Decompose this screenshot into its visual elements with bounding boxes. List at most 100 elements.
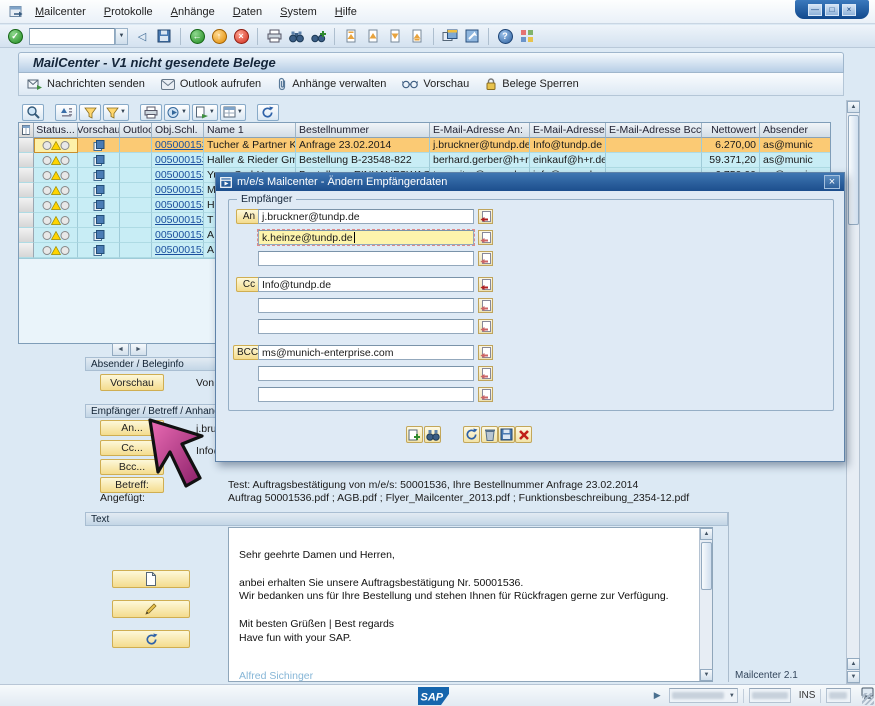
order-cell[interactable]: Anfrage 23.02.2014 — [296, 138, 430, 153]
address-lookup-icon[interactable] — [478, 251, 493, 266]
preview-cell[interactable] — [78, 183, 120, 198]
menu-hilfe[interactable]: Hilfe — [326, 3, 366, 21]
objkey-link[interactable]: 0050001536 — [155, 139, 204, 151]
address-lookup-icon[interactable] — [478, 230, 493, 245]
maximize-button[interactable]: □ — [825, 4, 839, 16]
objkey-link[interactable]: 0050001530 — [155, 229, 204, 241]
col-header-objkey[interactable]: Obj.Schl. — [152, 123, 204, 138]
status-cell[interactable] — [34, 243, 78, 258]
bcc-field-1[interactable]: ms@munich-enterprise.com — [258, 345, 474, 360]
objkey-link[interactable]: 0050001531 — [155, 214, 204, 226]
scroll-up-icon[interactable]: ▲ — [700, 528, 713, 540]
objkey-link[interactable]: 0050001532 — [155, 199, 204, 211]
textarea-scrollbar[interactable]: ▲ ▼ — [699, 528, 712, 681]
insert-row-button[interactable] — [406, 426, 423, 443]
outlook-cell[interactable] — [120, 138, 152, 153]
row-selector[interactable] — [19, 198, 34, 213]
status-cell[interactable] — [34, 168, 78, 183]
objkey-cell[interactable]: 0050001530 — [152, 228, 204, 243]
page-up-icon[interactable]: ▲ — [847, 658, 860, 670]
objkey-link[interactable]: 0050001535 — [155, 154, 204, 166]
dialog-titlebar[interactable]: m/e/s Mailcenter - Ändern Empfängerdaten… — [216, 173, 844, 191]
page-down-icon[interactable]: ▼ — [847, 671, 860, 683]
minimize-button[interactable]: — — [808, 4, 822, 16]
cc-field-2[interactable] — [258, 298, 474, 313]
text-section-header[interactable]: Text — [85, 512, 728, 526]
exit-button[interactable]: ↑ — [209, 26, 229, 46]
objkey-cell[interactable]: 0050001531 — [152, 213, 204, 228]
preview-cell[interactable] — [78, 213, 120, 228]
last-page-icon[interactable] — [407, 26, 427, 46]
sender-cell[interactable]: as@munic — [760, 153, 830, 168]
select-all-cell[interactable] — [19, 123, 34, 138]
preview-cell[interactable] — [78, 138, 120, 153]
email-bcc-cell[interactable] — [606, 138, 702, 153]
scroll-down-icon[interactable]: ▼ — [700, 669, 713, 681]
address-lookup-icon[interactable] — [478, 298, 493, 313]
objkey-link[interactable]: 0050001533 — [155, 184, 204, 196]
refresh-button[interactable] — [463, 426, 480, 443]
cc-field-1[interactable]: Info@tundp.de — [258, 277, 474, 292]
objkey-link[interactable]: 0050001529 — [155, 244, 204, 256]
objkey-cell[interactable]: 0050001529 — [152, 243, 204, 258]
row-selector[interactable] — [19, 243, 34, 258]
status-cell[interactable] — [34, 153, 78, 168]
open-outlook-button[interactable]: Outlook aufrufen — [161, 78, 261, 90]
details-button[interactable] — [22, 104, 44, 121]
status-cell[interactable] — [34, 198, 78, 213]
email-an-cell[interactable]: berhard.gerber@h+r.de — [430, 153, 530, 168]
help-icon[interactable]: ? — [495, 26, 515, 46]
row-selector[interactable] — [19, 213, 34, 228]
col-header-bestellnummer[interactable]: Bestellnummer — [296, 123, 430, 138]
new-session-icon[interactable] — [440, 26, 460, 46]
page-scrollbar-thumb[interactable] — [848, 115, 859, 225]
status-cell[interactable] — [34, 228, 78, 243]
outlook-cell[interactable] — [120, 198, 152, 213]
outlook-cell[interactable] — [120, 168, 152, 183]
page-scrollbar[interactable]: ▲ ▲ ▼ — [846, 100, 860, 684]
objkey-cell[interactable]: 0050001535 — [152, 153, 204, 168]
address-lookup-icon[interactable] — [478, 345, 493, 360]
find-icon[interactable] — [286, 26, 306, 46]
name-cell[interactable]: Haller & Rieder GmbH — [204, 153, 296, 168]
close-button[interactable]: × — [842, 4, 856, 16]
menu-daten[interactable]: Daten — [224, 3, 271, 21]
row-selector[interactable] — [19, 228, 34, 243]
row-selector[interactable] — [19, 183, 34, 198]
menu-mailcenter[interactable]: Mailcenter — [26, 3, 95, 21]
outlook-cell[interactable] — [120, 153, 152, 168]
back-button[interactable]: ← — [187, 26, 207, 46]
objkey-link[interactable]: 0050001534 — [155, 169, 204, 181]
preview-cell[interactable] — [78, 243, 120, 258]
save-icon[interactable] — [154, 26, 174, 46]
new-text-button[interactable] — [112, 570, 190, 588]
refresh-button[interactable] — [257, 104, 279, 121]
bcc-field-3[interactable] — [258, 387, 474, 402]
status-cell[interactable] — [34, 138, 78, 153]
scroll-right-button[interactable]: ► — [130, 343, 147, 356]
system-dropdown-icon[interactable]: ▼ — [729, 693, 735, 699]
command-field[interactable] — [29, 28, 115, 45]
table-row[interactable]: 0050001535 Haller & Rieder GmbH Bestellu… — [19, 153, 830, 168]
delete-button[interactable] — [481, 426, 498, 443]
print-icon[interactable] — [264, 26, 284, 46]
enter-button[interactable]: ✓ — [5, 26, 25, 46]
preview-cell[interactable] — [78, 153, 120, 168]
objkey-cell[interactable]: 0050001532 — [152, 198, 204, 213]
col-header-nettowert[interactable]: Nettowert — [702, 123, 760, 138]
menu-system[interactable]: System — [271, 3, 326, 21]
preview-button[interactable]: Vorschau — [402, 78, 469, 90]
an-field-3[interactable] — [258, 251, 474, 266]
email-cc-cell[interactable]: einkauf@h+r.de — [530, 153, 606, 168]
cancel-button[interactable] — [515, 426, 532, 443]
filter-menu-button[interactable]: ▼ — [103, 104, 129, 121]
status-cell[interactable] — [34, 183, 78, 198]
net-cell[interactable]: 6.270,00 — [702, 138, 760, 153]
outlook-cell[interactable] — [120, 228, 152, 243]
page-scroll-up-icon[interactable]: ▲ — [847, 101, 860, 113]
col-header-email-an[interactable]: E-Mail-Adresse An: — [430, 123, 530, 138]
outlook-cell[interactable] — [120, 183, 152, 198]
search-button[interactable] — [424, 426, 441, 443]
scroll-left-button[interactable]: ◄ — [112, 343, 129, 356]
manage-attachments-button[interactable]: Anhänge verwalten — [277, 77, 386, 91]
